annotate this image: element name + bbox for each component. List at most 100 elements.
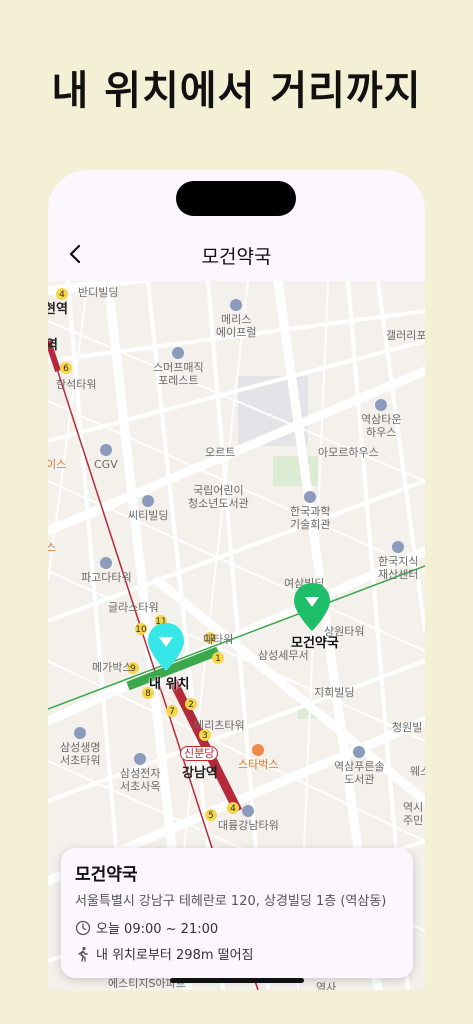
svg-text:5: 5: [208, 811, 214, 821]
poi-label: 역시 주민: [403, 801, 424, 827]
poi[interactable]: 역시 주민: [403, 801, 423, 827]
my-location-pin[interactable]: [146, 621, 186, 673]
poi-label: 한석타워: [56, 378, 97, 391]
poi[interactable]: 대륭강남타워: [218, 805, 279, 832]
poi-label: 강남역: [182, 766, 218, 781]
poi[interactable]: 반디빌딩: [78, 286, 118, 299]
svg-text:3: 3: [202, 731, 208, 741]
poi[interactable]: 스타벅스: [238, 744, 278, 771]
poi[interactable]: 웨스: [410, 765, 425, 778]
poi-label: 지희빌딩: [314, 686, 355, 699]
poi-label: 스타벅스: [238, 758, 279, 771]
building-icon: [375, 399, 388, 411]
poi[interactable]: 역사: [316, 981, 336, 990]
poi-label: 씨티빌딩: [128, 509, 169, 522]
poi[interactable]: 강남역: [182, 767, 218, 780]
poi-label: 갤러리포: [386, 329, 425, 342]
building-icon: [142, 495, 155, 507]
poi[interactable]: 갤러리포: [386, 329, 425, 342]
place-info-card[interactable]: 모건약국 서울특별시 강남구 테헤란로 120, 상경빌딩 1층 (역삼동) 오…: [61, 848, 413, 978]
poi[interactable]: 글라스타워: [108, 601, 159, 614]
building-icon: [134, 753, 147, 765]
building-icon: [304, 491, 317, 503]
building-icon: [392, 541, 405, 553]
poi-label: CGV: [94, 458, 118, 471]
poi[interactable]: 역삼타운 하우스: [361, 399, 401, 439]
poi-label: 삼성전자 서초사옥: [120, 767, 161, 793]
svg-text:4: 4: [59, 290, 65, 300]
poi[interactable]: 신분당: [180, 746, 219, 761]
building-icon: [74, 727, 87, 739]
film-icon: [99, 444, 112, 456]
poi-label: 한국지식 재산센터: [378, 555, 419, 581]
poi-label: 국립어린이 청소년도서관: [188, 484, 249, 510]
opening-hours: 오늘 09:00 ~ 21:00: [96, 922, 219, 937]
building-icon: [100, 557, 113, 569]
coffee-icon: [252, 744, 265, 756]
poi[interactable]: 스머프매직 포레스트: [153, 347, 204, 387]
hours-row: 오늘 09:00 ~ 21:00: [75, 918, 218, 937]
poi-label: 역삼타운 하우스: [361, 413, 402, 439]
poi[interactable]: CGV: [94, 444, 118, 471]
poi-label: 역삼푸른솔 도서관: [334, 760, 385, 786]
nav-bar: 모건약국: [48, 230, 425, 280]
poi[interactable]: 씨티빌딩: [128, 495, 168, 522]
poi[interactable]: 한국과학 기술회관: [290, 491, 330, 531]
destination-pin[interactable]: [292, 581, 332, 633]
poi-label: 아모르하우스: [318, 446, 379, 459]
building-icon: [172, 347, 185, 359]
place-name: 모건약국: [75, 865, 138, 885]
poi[interactable]: 파고다타워: [81, 557, 132, 584]
poi-label: 메리스 에이프럴: [216, 313, 257, 339]
poi-label: 신분당: [184, 747, 215, 760]
poi[interactable]: 국립어린이 청소년도서관: [188, 484, 249, 510]
svg-text:7: 7: [169, 707, 175, 717]
poi-label: 메가박스: [92, 661, 133, 674]
poi-label: 반디빌딩: [78, 286, 119, 299]
poi-label: 메리츠타워: [194, 719, 245, 732]
poi-label: 한국과학 기술회관: [290, 505, 331, 531]
poi[interactable]: 지희빌딩: [314, 686, 354, 699]
poi-label: 삼성생명 서초타워: [60, 741, 101, 767]
headline: 내 위치에서 거리까지: [51, 68, 422, 114]
distance-text: 내 위치로부터 298m 떨어짐: [96, 948, 254, 963]
place-address: 서울특별시 강남구 테헤란로 120, 상경빌딩 1층 (역삼동): [75, 894, 387, 909]
poi[interactable]: 청원빌: [392, 721, 422, 734]
poi[interactable]: 역삼푸른솔 도서관: [334, 746, 385, 786]
walking-person-icon: [78, 946, 88, 962]
dynamic-island: [176, 181, 296, 216]
poi-label: 역: [48, 338, 58, 353]
poi-label: 스: [48, 541, 57, 554]
my-location-label: 내 위치: [149, 677, 190, 692]
building-icon: [230, 299, 243, 311]
poi-label: 대륭강남타워: [218, 819, 279, 832]
poi[interactable]: 삼성생명 서초타워: [60, 727, 100, 767]
poi[interactable]: 스: [48, 541, 56, 554]
svg-text:2: 2: [188, 700, 194, 710]
poi-label: 현역: [48, 302, 68, 317]
poi[interactable]: 매타워: [203, 633, 233, 646]
poi[interactable]: 메가박스: [92, 661, 132, 674]
svg-text:1: 1: [215, 654, 221, 664]
poi[interactable]: 메리츠타워: [194, 719, 245, 732]
poi[interactable]: 삼성전자 서초사옥: [120, 753, 160, 793]
poi[interactable]: 한석타워: [56, 378, 96, 391]
library-icon: [353, 746, 366, 758]
poi[interactable]: 이스: [48, 458, 66, 471]
poi[interactable]: 메리스 에이프럴: [216, 299, 256, 339]
poi-label: 스머프매직 포레스트: [153, 361, 204, 387]
poi[interactable]: 오르트: [205, 446, 235, 459]
poi[interactable]: 아모르하우스: [318, 446, 379, 459]
poi-label: 웨스: [410, 765, 425, 778]
poi-label: 파고다타워: [81, 571, 132, 584]
poi-label: 이스: [48, 458, 67, 471]
poi[interactable]: 역: [48, 339, 58, 352]
destination-label: 모건약국: [291, 636, 339, 651]
poi-label: 매타워: [203, 633, 234, 646]
poi[interactable]: 한국지식 재산센터: [378, 541, 418, 581]
poi[interactable]: 현역: [48, 303, 68, 316]
poi-label: 오르트: [205, 446, 236, 459]
poi-label: 역사: [316, 981, 337, 990]
poi-label: 글라스타워: [108, 601, 159, 614]
distance-row: 내 위치로부터 298m 떨어짐: [75, 944, 254, 963]
